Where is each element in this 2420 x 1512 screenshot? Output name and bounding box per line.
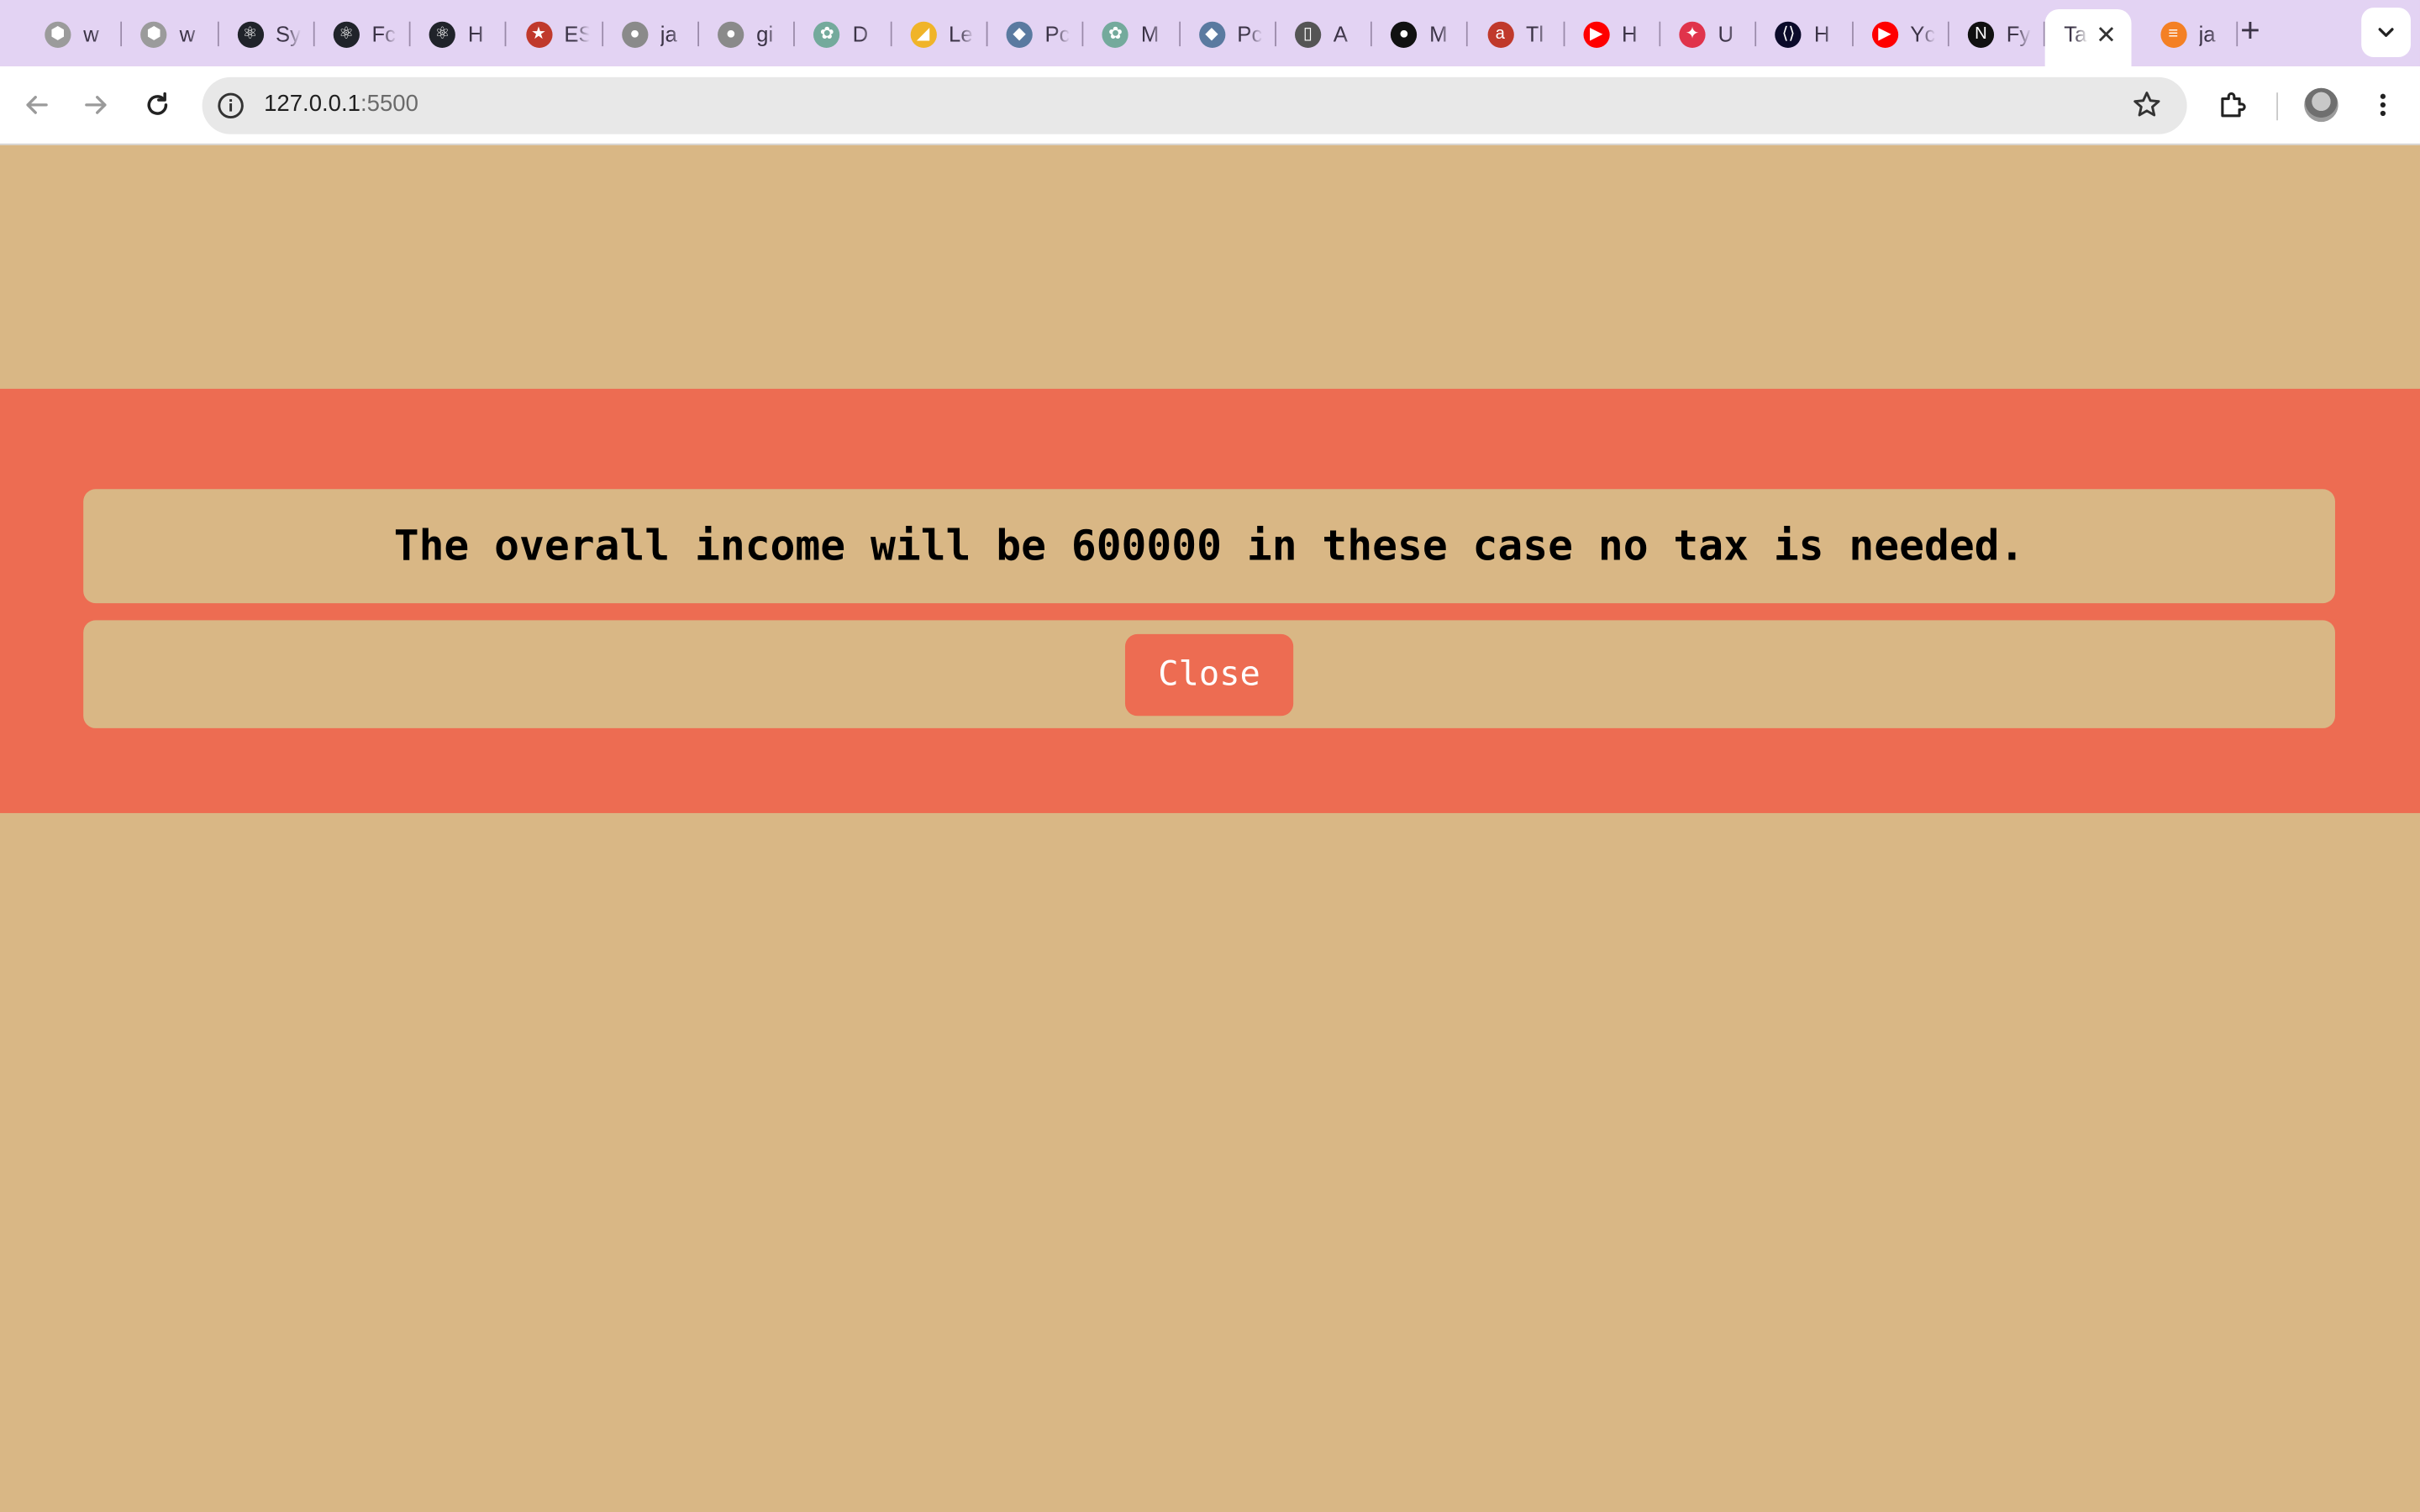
browser-tab[interactable]: ⬢ w [26, 9, 123, 59]
code-icon: ⟨⟩ [1775, 20, 1802, 48]
tab-title: gi [756, 21, 774, 47]
browser-tab[interactable]: ● gi [699, 9, 796, 59]
url-port: :5500 [360, 91, 418, 118]
bookmark-star-icon[interactable] [2132, 90, 2163, 121]
document-icon: ▯ [1294, 20, 1322, 48]
postgres-icon: ◆ [1198, 20, 1225, 48]
close-tab-icon[interactable]: ✕ [2096, 20, 2117, 51]
browser-tab[interactable]: N Fy [1949, 9, 2046, 59]
address-bar[interactable]: 127.0.0.1:5500 [202, 76, 2187, 134]
tab-title: ES [564, 21, 588, 47]
extensions-button[interactable] [2213, 85, 2254, 125]
tab-title: Sy [276, 21, 301, 47]
tab-title: U [1718, 21, 1734, 47]
forward-button[interactable] [76, 85, 116, 125]
tab-title: Pc [1044, 21, 1070, 47]
youtube-icon: ▶ [1583, 20, 1610, 48]
result-modal: The overall income will be 600000 in the… [0, 388, 2420, 813]
tab-title: H [1622, 21, 1638, 47]
browser-tab[interactable]: ◆ Pc [1180, 9, 1276, 59]
browser-tab[interactable]: ★ ES [507, 9, 603, 59]
browser-tab[interactable]: ≡ ja [2142, 9, 2238, 59]
back-button[interactable] [17, 85, 57, 125]
browser-tab[interactable]: ⬢ w [123, 9, 219, 59]
tab-title: Fc [371, 21, 397, 47]
youtube-icon: ▶ [1871, 20, 1898, 48]
profile-avatar[interactable] [2304, 87, 2338, 123]
postgres-icon: ◆ [1006, 20, 1033, 48]
browser-tab[interactable]: ● M [1372, 9, 1469, 59]
browser-tab[interactable]: ⚛ H [411, 9, 508, 59]
stack-icon: ≡ [2160, 20, 2186, 48]
a-letter-icon: a [1486, 20, 1513, 48]
browser-tab[interactable]: ⚛ Sy [218, 9, 315, 59]
react-icon: ⚛ [333, 20, 360, 48]
tab-search-button[interactable] [2361, 8, 2411, 57]
tab-title: Ta [2064, 21, 2087, 47]
leetcode-icon: ◢ [910, 20, 937, 48]
tab-title: ja [2198, 21, 2216, 47]
address-url[interactable]: 127.0.0.1:5500 [264, 91, 418, 117]
tab-title: A [1333, 21, 1348, 47]
arrow-right-icon [85, 96, 107, 114]
tab-title: Pc [1237, 21, 1262, 47]
tab-title: Fy [2006, 21, 2031, 47]
udemy-icon: ✦ [1679, 20, 1706, 48]
browser-tab[interactable]: ● ja [603, 9, 700, 59]
react-icon: ⚛ [237, 20, 264, 48]
browser-tab[interactable]: ⚛ Fc [314, 9, 411, 59]
message-box: The overall income will be 600000 in the… [83, 489, 2335, 604]
tab-title: Yc [1910, 21, 1935, 47]
reload-button[interactable] [137, 85, 177, 125]
tab-title: M [1140, 21, 1160, 47]
browser-tab[interactable]: a Tl [1469, 9, 1565, 59]
github-icon: ● [1391, 20, 1418, 48]
reload-icon [147, 92, 168, 115]
button-row: Close [83, 620, 2335, 728]
tab-title: ja [660, 21, 677, 47]
plus-icon: + [2240, 10, 2260, 50]
star-badge-icon: ★ [525, 20, 552, 48]
site-info-icon[interactable] [216, 91, 245, 120]
chevron-down-icon [2378, 28, 2394, 37]
browser-tab[interactable]: Ta ✕ [2045, 9, 2133, 66]
react-icon: ⚛ [429, 20, 456, 48]
browser-tab[interactable]: ✦ U [1660, 9, 1757, 59]
grey-shield-icon: ⬢ [140, 20, 167, 48]
github-icon: ● [718, 20, 744, 48]
browser-tab[interactable]: ▶ H [1565, 9, 1661, 59]
chatgpt-icon: ✿ [813, 20, 840, 48]
browser-tab[interactable]: ▶ Yc [1853, 9, 1949, 59]
github-icon: ● [621, 20, 649, 48]
new-tab-button[interactable]: + [2232, 10, 2269, 51]
tab-title: w [179, 21, 196, 47]
notion-icon: N [1967, 20, 1995, 48]
chatgpt-icon: ✿ [1102, 20, 1129, 48]
browser-toolbar: 127.0.0.1:5500 [0, 66, 2420, 145]
tab-title: Tl [1525, 21, 1544, 47]
tab-title: Le [949, 21, 973, 47]
tab-title: H [467, 21, 484, 47]
tab-title: D [852, 21, 869, 47]
result-message: The overall income will be 600000 in the… [393, 522, 2025, 570]
toolbar-divider [2276, 92, 2279, 121]
browser-tab[interactable]: ◢ Le [892, 9, 988, 59]
tab-title: M [1429, 21, 1448, 47]
browser-tab[interactable]: ✿ M [1084, 9, 1181, 59]
browser-tab[interactable]: ✿ D [796, 9, 892, 59]
arrow-left-icon [26, 96, 48, 114]
tab-title: w [83, 21, 99, 47]
grey-shield-icon: ⬢ [45, 20, 71, 48]
puzzle-icon [2221, 92, 2246, 118]
kebab-menu-icon [2380, 93, 2386, 117]
tab-strip: ⬢w⬢w⚛Sy⚛Fc⚛H★ES●ja●gi✿D◢Le◆Pc✿M◆Pc▯A●MaT… [0, 0, 2420, 66]
tab-title: H [1813, 21, 1830, 47]
browser-tab[interactable]: ◆ Pc [988, 9, 1084, 59]
browser-window: ⬢w⬢w⚛Sy⚛Fc⚛H★ES●ja●gi✿D◢Le◆Pc✿M◆Pc▯A●MaT… [0, 0, 2420, 1512]
close-button[interactable]: Close [1124, 633, 1294, 716]
browser-menu-button[interactable] [2363, 85, 2403, 125]
browser-tab[interactable]: ⟨⟩ H [1757, 9, 1854, 59]
url-host: 127.0.0.1 [264, 91, 360, 118]
browser-tab[interactable]: ▯ A [1276, 9, 1373, 59]
